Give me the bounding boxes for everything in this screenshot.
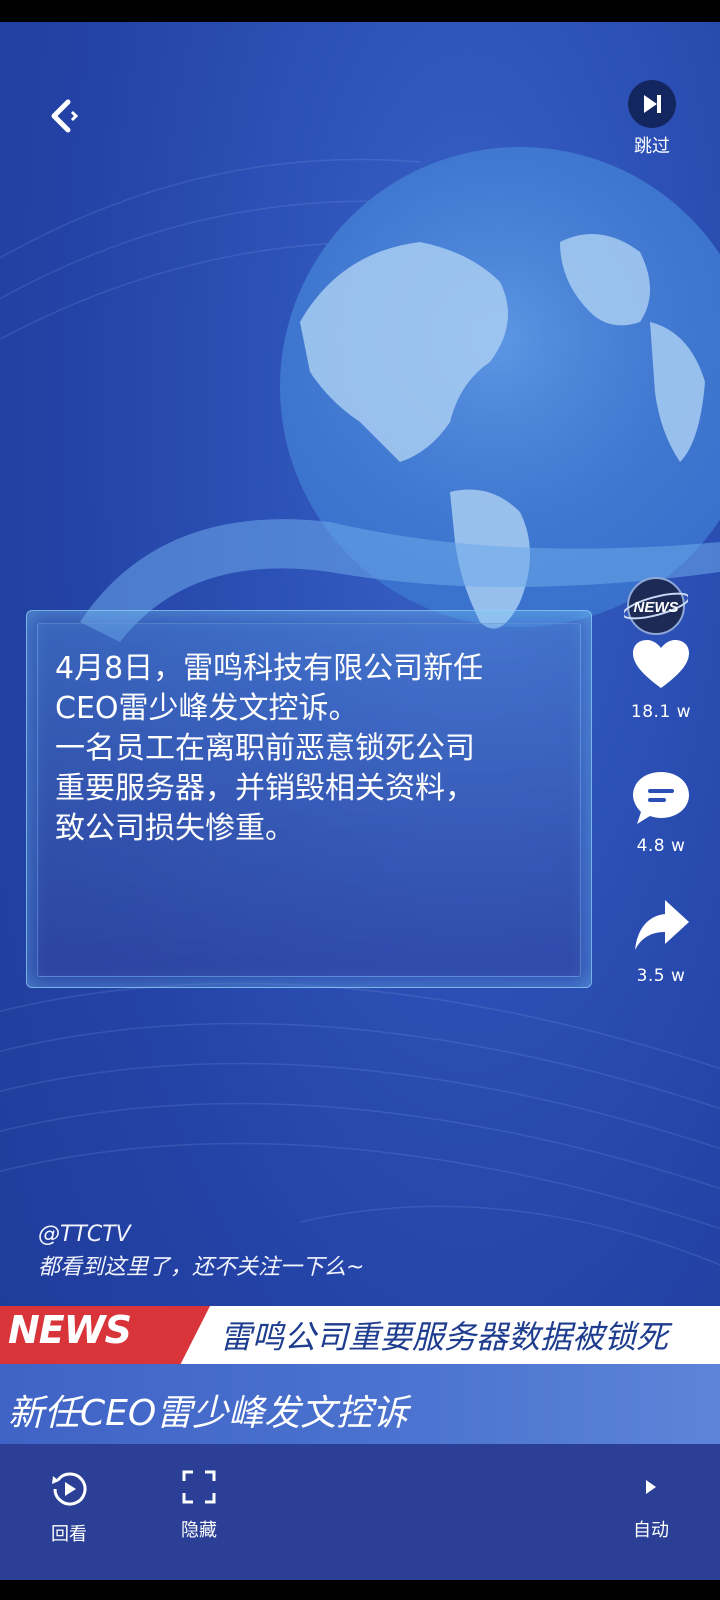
back-button[interactable] xyxy=(44,94,88,138)
skip-label: 跳过 xyxy=(634,136,670,157)
ticker-badge: NEWS xyxy=(8,1308,132,1352)
ticker-headline: 雷鸣公司重要服务器数据被锁死 xyxy=(220,1318,669,1356)
share-count: 3.5 w xyxy=(636,966,686,986)
story-line: 4月8日，雷鸣科技有限公司新任 xyxy=(55,651,484,686)
play-icon xyxy=(646,1480,656,1494)
hide-label: 隐藏 xyxy=(181,1520,217,1541)
story-text-panel: 4月8日，雷鸣科技有限公司新任 CEO雷少峰发文控诉。 一名员工在离职前恶意锁死… xyxy=(26,610,592,988)
replay-icon xyxy=(52,1472,87,1506)
auto-play-button[interactable]: 自动 xyxy=(606,1470,696,1542)
share-button[interactable]: 3.5 w xyxy=(616,896,706,986)
status-bar xyxy=(0,0,720,22)
story-line: 重要服务器，并销毁相关资料， xyxy=(55,771,475,806)
share-arrow-icon xyxy=(635,900,689,950)
caption-text: 都看到这里了，还不关注一下么~ xyxy=(38,1255,365,1280)
video-caption: @TTCTV 都看到这里了，还不关注一下么~ xyxy=(38,1218,364,1284)
comment-count: 4.8 w xyxy=(636,836,686,856)
story-line: CEO雷少峰发文控诉。 xyxy=(55,691,359,726)
comment-button[interactable]: 4.8 w xyxy=(616,770,706,856)
like-count: 18.1 w xyxy=(630,702,692,722)
news-globe-icon: NEWS xyxy=(622,577,690,635)
like-button[interactable]: 18.1 w xyxy=(616,638,706,722)
ticker-subline: 新任CEO雷少峰发文控诉 xyxy=(8,1393,409,1434)
caption-author[interactable]: @TTCTV xyxy=(38,1218,364,1251)
back-arrow-icon xyxy=(51,99,79,133)
news-channel-avatar[interactable]: NEWS xyxy=(622,574,690,638)
story-line: 一名员工在离职前恶意锁死公司 xyxy=(55,731,475,766)
hide-button[interactable]: 隐藏 xyxy=(154,1470,244,1542)
replay-label: 回看 xyxy=(51,1524,87,1545)
skip-forward-icon xyxy=(644,95,661,113)
story-line: 致公司损失惨重。 xyxy=(55,811,295,846)
comment-bubble-icon xyxy=(633,772,689,824)
news-logo-text: NEWS xyxy=(634,599,679,616)
skip-button[interactable]: 跳过 xyxy=(620,80,684,176)
story-text: 4月8日，雷鸣科技有限公司新任 CEO雷少峰发文控诉。 一名员工在离职前恶意锁死… xyxy=(55,649,595,849)
system-nav-bar xyxy=(0,1580,720,1600)
heart-icon xyxy=(633,640,689,688)
fullscreen-icon xyxy=(182,1470,216,1504)
auto-label: 自动 xyxy=(633,1520,669,1541)
replay-button[interactable]: 回看 xyxy=(24,1470,114,1546)
